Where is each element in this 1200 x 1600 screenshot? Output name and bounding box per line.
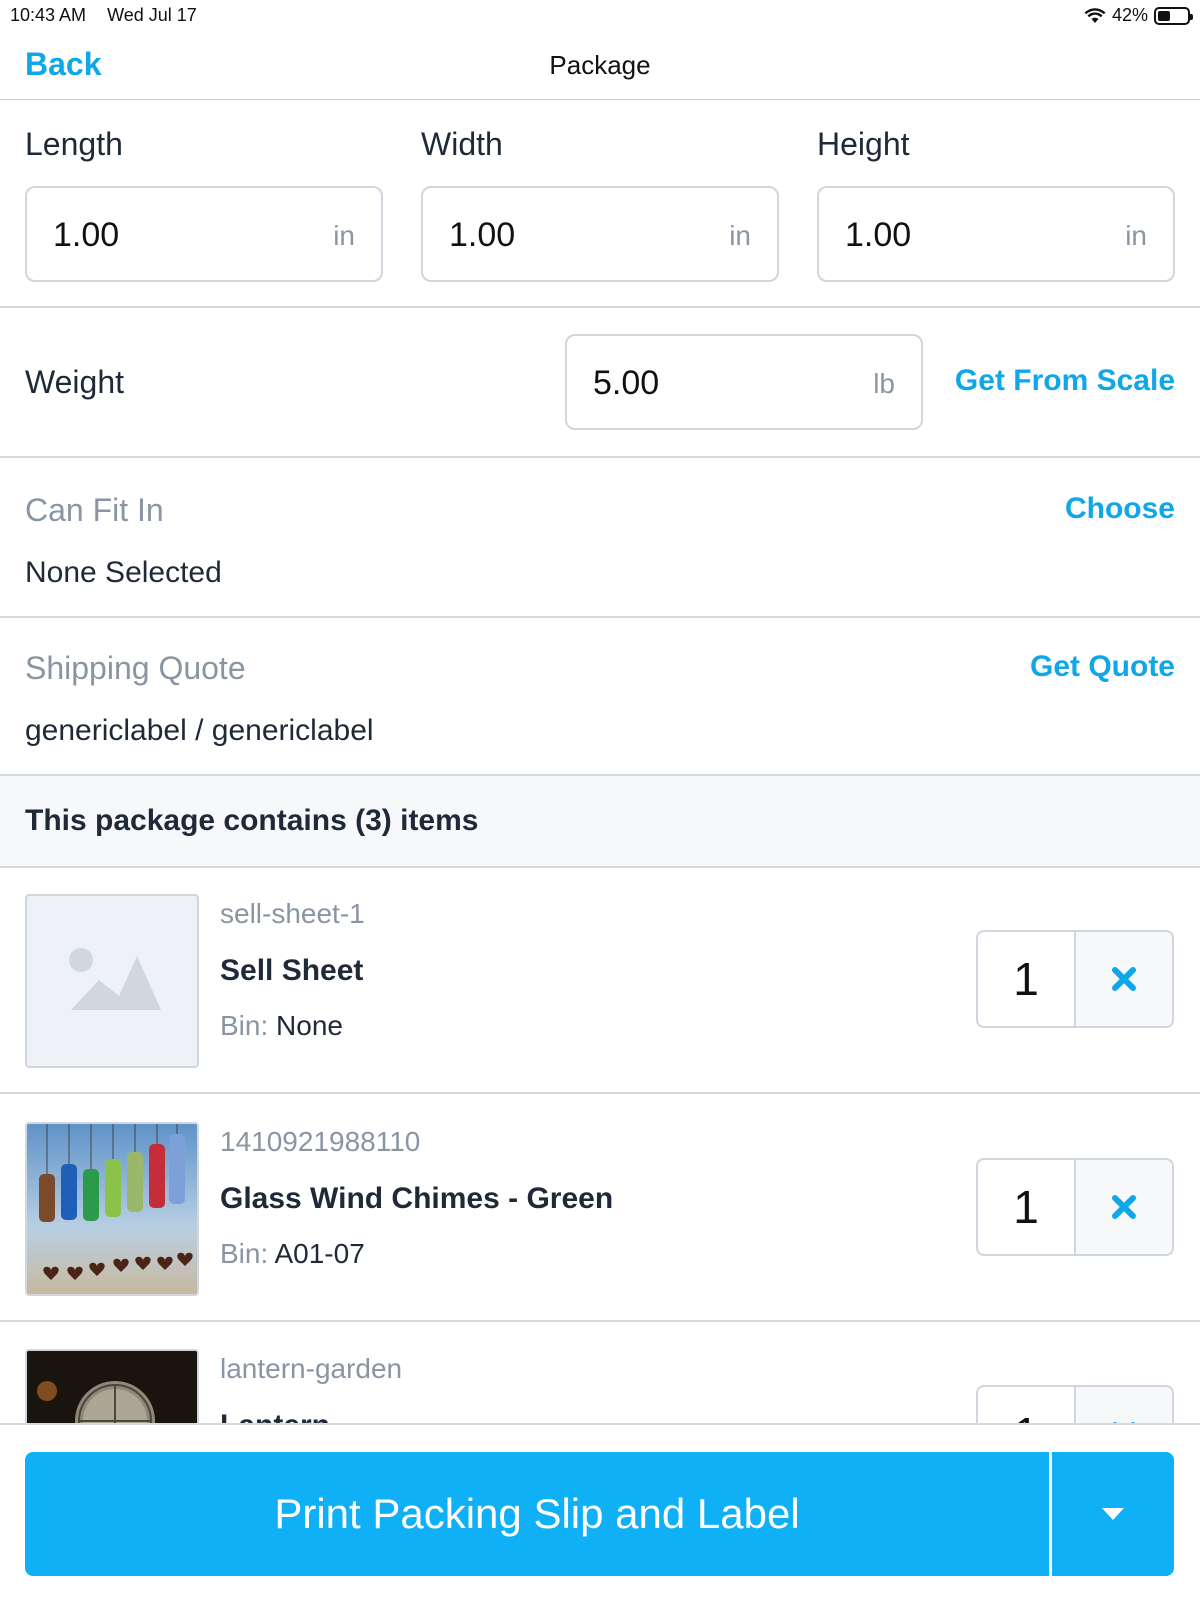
weight-field[interactable]: 5.00 lb [565, 334, 923, 430]
status-bar: 10:43 AM Wed Jul 17 42% [0, 0, 1200, 30]
items-header: This package contains (3) items [0, 776, 1200, 868]
item-sku: 1410921988110 [220, 1126, 421, 1157]
list-item[interactable]: lantern-garden Lantern 1 [0, 1323, 1200, 1423]
item-sku: lantern-garden [220, 1353, 403, 1384]
chevron-down-icon [1102, 1508, 1124, 1520]
battery-icon [1154, 6, 1193, 25]
choose-button[interactable]: Choose [1065, 492, 1175, 526]
quantity-field[interactable]: 1 [978, 1387, 1076, 1423]
weight-label: Weight [25, 364, 125, 400]
item-name: Sell Sheet [220, 954, 364, 987]
height-label: Height [817, 126, 910, 162]
list-item[interactable]: sell-sheet-1 Sell Sheet Bin: None 1 [0, 868, 1200, 1094]
status-right: 42% [1084, 5, 1193, 26]
bin-value: A01-07 [274, 1238, 365, 1269]
remove-item-button[interactable] [1076, 1387, 1172, 1423]
height-value: 1.00 [845, 216, 912, 254]
width-field[interactable]: 1.00 in [421, 186, 779, 282]
item-name: Lantern [220, 1409, 330, 1423]
close-icon [1112, 967, 1136, 991]
weight-value: 5.00 [593, 364, 660, 402]
print-options-dropdown[interactable] [1052, 1452, 1174, 1576]
quantity-box: 1 [976, 1385, 1174, 1423]
quantity-field[interactable]: 1 [978, 1160, 1076, 1254]
status-left: 10:43 AM Wed Jul 17 [10, 5, 197, 26]
quantity-field[interactable]: 1 [978, 932, 1076, 1026]
height-unit: in [1125, 220, 1147, 251]
quantity-box: 1 [976, 930, 1174, 1028]
width-unit: in [729, 220, 751, 251]
lantern-photo [25, 1349, 199, 1423]
item-bin: Bin: None [220, 1010, 343, 1042]
shipping-quote-section: Shipping Quote Get Quote genericlabel / … [0, 618, 1200, 776]
close-icon [1112, 1195, 1136, 1219]
quantity-box: 1 [976, 1158, 1174, 1256]
page-title: Package [549, 50, 651, 80]
length-label: Length [25, 126, 123, 162]
height-field[interactable]: 1.00 in [817, 186, 1175, 282]
length-value: 1.00 [53, 216, 120, 254]
battery-percent: 42% [1111, 5, 1148, 25]
print-packing-slip-button[interactable]: Print Packing Slip and Label [25, 1452, 1049, 1576]
dimensions-section: Length 1.00 in Width 1.00 in Height 1.00… [0, 100, 1200, 308]
nav-bar: Back Package [0, 30, 1200, 100]
item-sku: sell-sheet-1 [220, 898, 365, 929]
remove-item-button[interactable] [1076, 932, 1172, 1026]
weight-unit: lb [873, 368, 895, 399]
placeholder-image-icon [25, 894, 199, 1068]
width-value: 1.00 [449, 216, 516, 254]
get-from-scale-button[interactable]: Get From Scale [955, 364, 1175, 398]
bottom-action-bar: Print Packing Slip and Label [0, 1423, 1200, 1600]
list-item[interactable]: 1410921988110 Glass Wind Chimes - Green … [0, 1096, 1200, 1322]
bin-label: Bin: [220, 1010, 269, 1041]
item-bin: Bin: A01-07 [220, 1238, 365, 1270]
status-time: 10:43 AM [10, 5, 87, 25]
can-fit-in-value: None Selected [25, 556, 222, 589]
get-quote-button[interactable]: Get Quote [1030, 650, 1175, 684]
length-field[interactable]: 1.00 in [25, 186, 383, 282]
bin-label: Bin: [220, 1238, 269, 1269]
shipping-quote-value: genericlabel / genericlabel [25, 714, 374, 747]
length-unit: in [333, 220, 355, 251]
bin-value: None [276, 1010, 343, 1041]
status-date: Wed Jul 17 [107, 5, 197, 25]
width-label: Width [421, 126, 503, 162]
can-fit-in-label: Can Fit In [25, 492, 164, 528]
weight-section: Weight 5.00 lb Get From Scale [0, 308, 1200, 458]
item-name: Glass Wind Chimes - Green [220, 1182, 614, 1215]
can-fit-in-section: Can Fit In Choose None Selected [0, 458, 1200, 618]
shipping-quote-label: Shipping Quote [25, 650, 246, 686]
wifi-icon [1084, 7, 1106, 23]
remove-item-button[interactable] [1076, 1160, 1172, 1254]
battery-level [1158, 10, 1170, 21]
items-count-title: This package contains (3) items [25, 804, 479, 837]
wind-chimes-photo [25, 1122, 199, 1296]
